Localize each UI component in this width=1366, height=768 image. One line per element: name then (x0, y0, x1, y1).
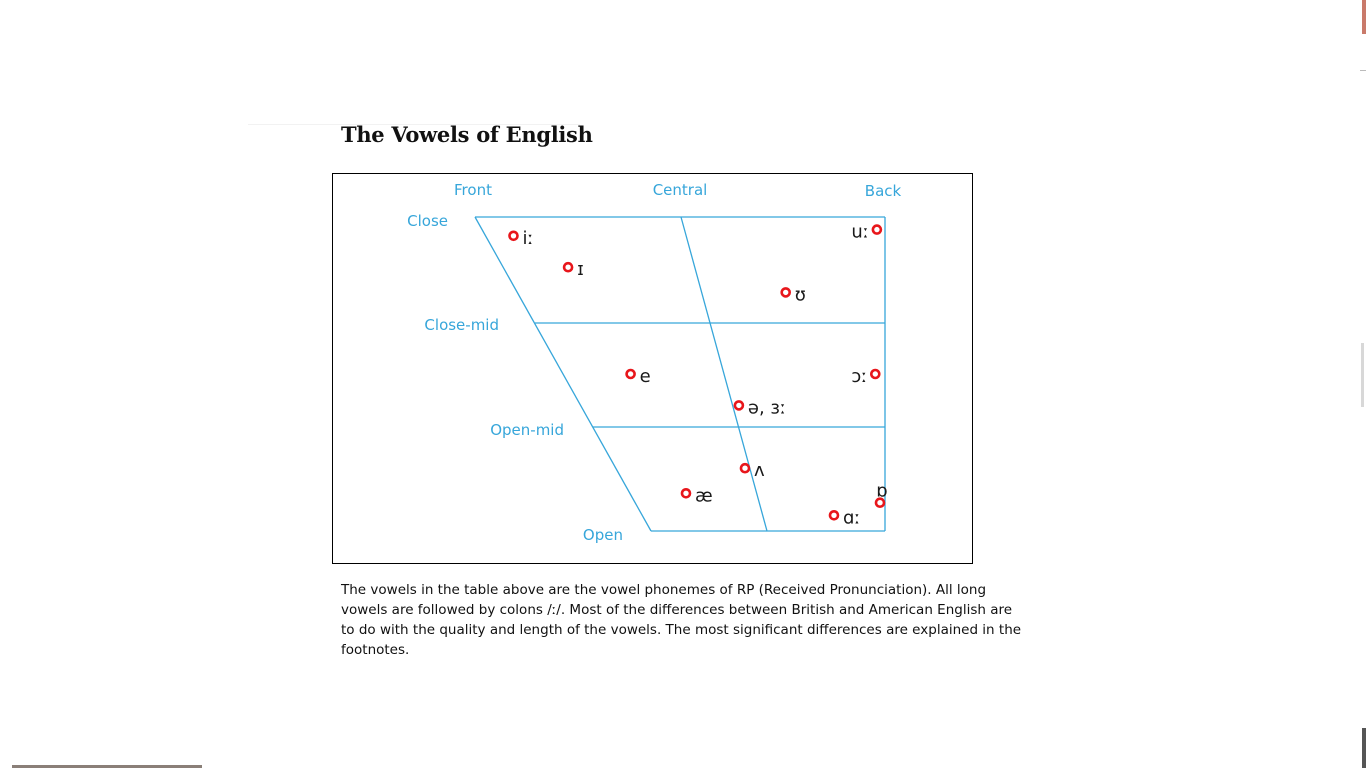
row-label-open: Open (583, 526, 623, 544)
row-label-open-mid: Open-mid (490, 421, 564, 439)
vowel-symbol: iː (523, 228, 534, 249)
vowel-marker (828, 509, 840, 521)
vowel-symbol: æ (695, 485, 713, 506)
vowel-marker (562, 261, 574, 273)
vowel-symbol: ʌ (754, 460, 765, 481)
scrollbar-top-marker (1362, 0, 1366, 34)
vowel-symbol: ɔː (851, 366, 867, 387)
vowel-marker (733, 400, 745, 411)
row-label-close-mid: Close-mid (424, 316, 499, 334)
vowel-marker (739, 462, 751, 474)
page-title: The Vowels of English (341, 122, 593, 147)
caption-line-4: footnotes. (341, 642, 410, 658)
vowel-marker (508, 230, 519, 242)
caption-line-2: vowels are followed by colons /ː/. Most … (341, 602, 1013, 618)
caption-line-3: to do with the quality and length of the… (341, 622, 1022, 638)
column-label-central: Central (653, 181, 708, 199)
vowel-marker (680, 487, 692, 499)
vowel-symbol: ə, ɜː (748, 397, 786, 418)
column-label-back: Back (865, 182, 902, 200)
vowel-symbol: ɒ (876, 481, 887, 502)
column-label-front: Front (454, 181, 492, 199)
vowel-symbol: ɑː (843, 507, 861, 528)
vowel-chart-svg: Front Central Back Close Close-mid Open-… (407, 181, 902, 544)
vowel-marker (780, 287, 792, 298)
vowel-symbol: ʊ (795, 284, 806, 305)
vowel-symbol: e (640, 366, 651, 387)
vowel-marker (625, 368, 636, 380)
vowel-marker (871, 224, 883, 235)
vowel-chart: Front Central Back Close Close-mid Open-… (332, 173, 973, 564)
vowel-points: iː ɪ ʊ uː e ə, ɜː ɔː ʌ æ ɑː ɒ (508, 222, 888, 528)
scrollbar-bottom-marker (1362, 728, 1366, 768)
caption-line-1: The vowels in the table above are the vo… (341, 582, 987, 598)
row-label-close: Close (407, 212, 448, 230)
vowel-symbol: ɪ (577, 259, 584, 280)
front-edge (474, 216, 652, 532)
vowel-symbol: uː (851, 222, 868, 243)
central-line (680, 216, 768, 532)
caption: The vowels in the table above are the vo… (341, 580, 1022, 660)
scrollbar-edge (1360, 70, 1366, 71)
scrollbar-thumb[interactable] (1361, 343, 1364, 407)
vowel-marker (869, 368, 881, 380)
